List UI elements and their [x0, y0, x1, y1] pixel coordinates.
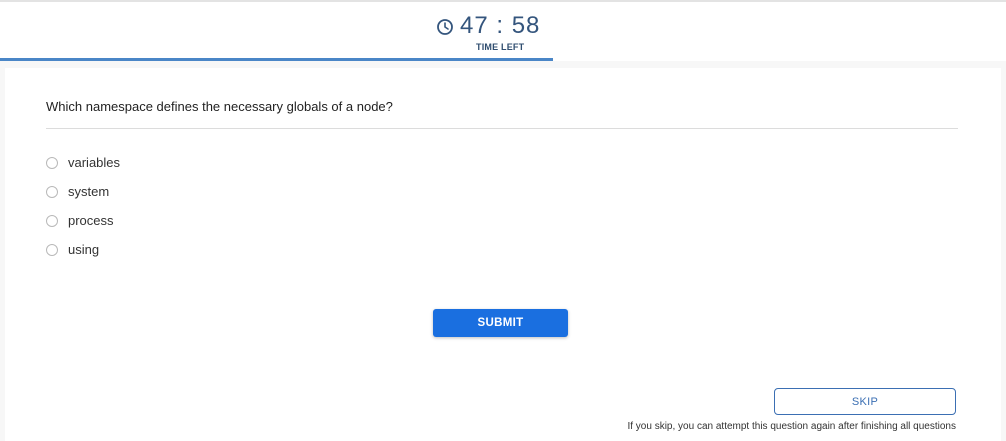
submit-button[interactable]: SUBMIT: [433, 309, 568, 337]
question-divider: [46, 128, 958, 129]
option-label: variables: [68, 155, 121, 170]
radio-button[interactable]: [46, 214, 58, 227]
timer-value: 47 : 58: [460, 12, 541, 39]
skip-note: If you skip, you can attempt this questi…: [627, 421, 956, 432]
option-process[interactable]: process: [46, 206, 120, 235]
time-left-label: TIME LEFT: [476, 42, 525, 52]
timer-header: 47 : 58 TIME LEFT: [0, 0, 1006, 61]
radio-button[interactable]: [46, 156, 58, 169]
option-variables[interactable]: variables: [46, 148, 120, 177]
time-progress-fill: [0, 58, 554, 61]
question-card: Which namespace defines the necessary gl…: [5, 68, 1001, 441]
time-progress-bar: [0, 58, 1006, 61]
radio-button[interactable]: [46, 243, 58, 256]
question-text: Which namespace defines the necessary gl…: [46, 99, 393, 114]
skip-button[interactable]: SKIP: [774, 388, 956, 415]
answer-options: variables system process using: [46, 148, 120, 264]
countdown-timer: 47 : 58: [436, 12, 540, 40]
radio-button[interactable]: [46, 185, 58, 198]
option-label: system: [68, 184, 110, 199]
option-using[interactable]: using: [46, 235, 120, 264]
option-system[interactable]: system: [46, 177, 120, 206]
option-label: using: [68, 242, 100, 257]
clock-icon: [437, 18, 453, 35]
option-label: process: [68, 213, 114, 228]
